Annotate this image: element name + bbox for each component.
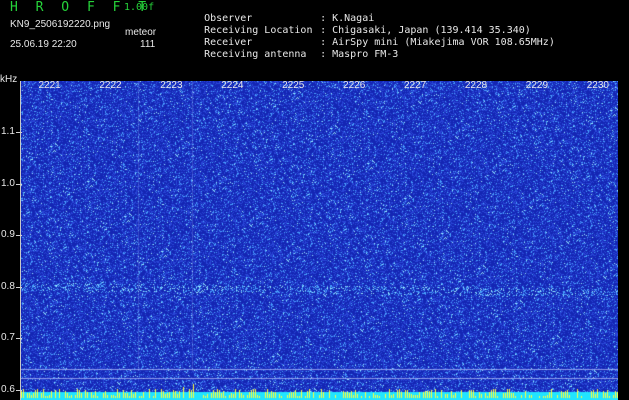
y-tick-label: 0.7 — [1, 332, 15, 344]
y-axis-unit-label: kHz — [0, 74, 18, 85]
x-tick-label: 2223 — [160, 80, 183, 91]
datetime-label: 25.06.19 22:20 — [10, 39, 77, 50]
y-tick-label: 0.6 — [1, 383, 15, 395]
count-label: 111 — [140, 39, 156, 50]
x-tick-label: 2224 — [221, 80, 244, 91]
y-axis-line — [20, 81, 21, 400]
y-tick-mark — [16, 287, 22, 288]
y-tick-label: 0.8 — [1, 280, 15, 292]
y-tick-mark — [16, 184, 22, 185]
y-tick-mark — [16, 338, 22, 339]
header-panel: H R O F F T 1.00f KN9_2506192220.png met… — [0, 0, 629, 75]
mode-label: meteor — [125, 27, 157, 38]
version-label: 1.00f — [124, 2, 155, 13]
spectrogram-plot[interactable] — [21, 81, 618, 400]
x-tick-label: 2225 — [282, 80, 305, 91]
y-tick-mark — [16, 390, 22, 391]
x-tick-label: 2222 — [99, 80, 122, 91]
spectrogram-canvas[interactable] — [21, 81, 618, 400]
x-tick-label: 2227 — [403, 80, 427, 91]
y-tick-label: 1.0 — [1, 177, 15, 189]
y-tick-label: 0.9 — [1, 229, 15, 241]
y-tick-mark — [16, 235, 22, 236]
y-tick-label: 1.1 — [1, 126, 15, 138]
x-tick-label: 2221 — [38, 80, 61, 91]
x-tick-label: 2226 — [343, 80, 366, 91]
x-tick-label: 2229 — [525, 80, 549, 91]
x-tick-label: 2230 — [586, 80, 609, 91]
info-label: Receiving antenna — [204, 49, 307, 60]
info-value: Maspro FM-3 — [332, 49, 399, 60]
info-row-antenna: Receiving antenna: Maspro FM-3 — [204, 49, 399, 60]
filename-label: KN9_2506192220.png — [10, 19, 111, 30]
y-tick-mark — [16, 132, 22, 133]
x-tick-label: 2228 — [464, 80, 488, 91]
